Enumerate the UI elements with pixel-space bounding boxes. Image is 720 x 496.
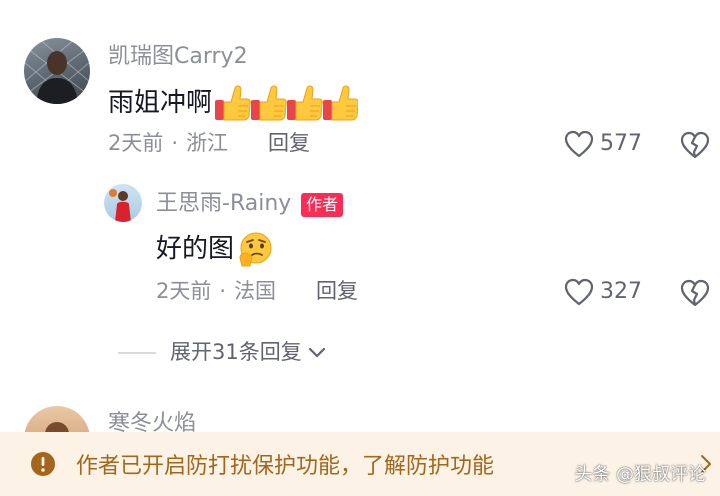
reply-text: 好的图 [156,230,274,268]
comment-username[interactable]: 凯瑞图Carry2 [108,46,248,68]
watermark: 头条 @狠叔评论 [574,464,706,485]
warning-icon [30,451,56,477]
banner-text: 作者已开启防打扰保护功能，了解防护功能 [76,454,495,479]
reply-location: 法国 [234,279,277,303]
reply-button[interactable]: 回复 [268,133,310,154]
broken-heart-icon [680,279,710,307]
comment-section: 凯瑞图Carry2 雨姐冲啊 2天前 · 浙江 回复 577 王思雨-Rainy… [0,0,720,496]
comment-text-label: 雨姐冲啊 [108,88,213,118]
comment-text: 雨姐冲啊 [108,84,359,122]
meta-separator: · [171,131,179,155]
like-count: 577 [600,131,642,156]
like-button[interactable]: 327 [564,278,642,306]
reply-avatar[interactable] [104,184,142,222]
reply-button[interactable]: 回复 [316,281,358,302]
heart-icon [564,278,594,306]
reply-text-label: 好的图 [156,234,235,264]
avatar-image [109,189,131,222]
dislike-button[interactable] [680,279,710,307]
avatar[interactable] [24,38,90,104]
comment-time: 2天前 [108,131,164,155]
like-count: 327 [600,279,642,304]
reply-meta: 2天前 · 法国 [156,281,276,302]
thumbs-up-icon [214,84,359,122]
avatar-image [24,38,90,104]
broken-heart-icon [680,131,710,159]
reply-username[interactable]: 王思雨-Rainy [156,193,291,215]
expand-replies-label: 展开31条回复 [170,340,302,364]
expand-replies-button[interactable]: 展开31条回复 [118,342,326,363]
meta-separator: · [219,279,227,303]
author-badge: 作者 [301,193,344,217]
dislike-button[interactable] [680,131,710,159]
reply-time: 2天前 [156,279,212,303]
expand-divider [118,351,156,354]
heart-icon [564,130,594,158]
comment-meta: 2天前 · 浙江 [108,133,228,154]
chevron-down-icon [308,347,326,359]
comment-location: 浙江 [186,131,229,155]
thinking-face-icon [236,230,274,268]
like-button[interactable]: 577 [564,130,642,158]
